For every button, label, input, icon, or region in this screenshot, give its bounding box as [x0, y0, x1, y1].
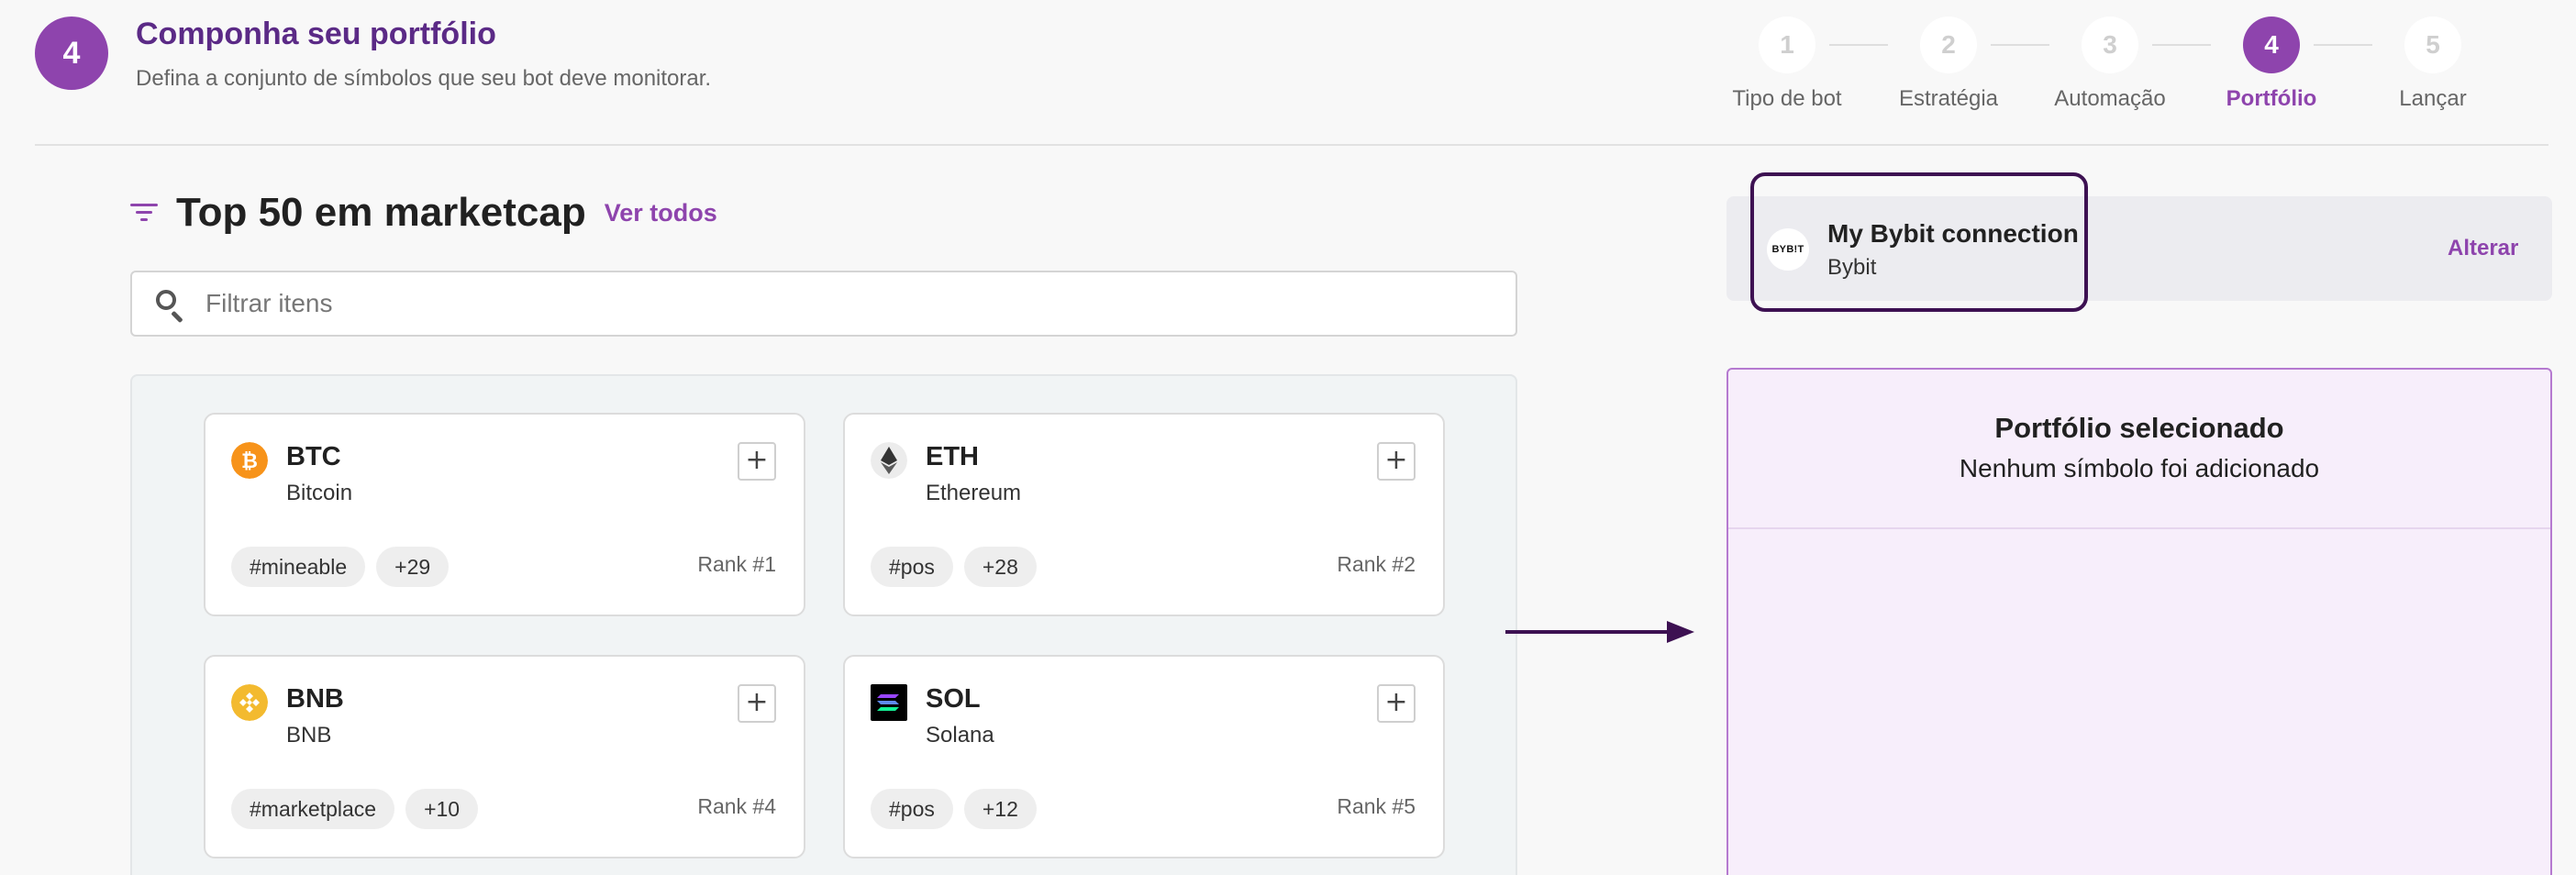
add-coin-button[interactable]: + [1377, 684, 1416, 723]
coin-card-bnb[interactable]: BNB BNB + #marketplace +10 Rank #4 [204, 655, 805, 858]
coin-tag[interactable]: #pos [871, 789, 953, 829]
add-coin-button[interactable]: + [738, 684, 776, 723]
step-tipo-de-bot[interactable]: 1 Tipo de bot [1723, 17, 1851, 112]
step-circle: 4 [2243, 17, 2300, 73]
search-input[interactable] [205, 289, 1490, 318]
step-label: Estratégia [1898, 86, 1999, 111]
coin-card-eth[interactable]: ETH Ethereum + #pos +28 Rank #2 [843, 413, 1445, 616]
step-circle: 5 [2404, 17, 2461, 73]
svg-text:₿: ₿ [241, 450, 258, 473]
connection-name: My Bybit connection [1827, 219, 2079, 248]
portfolio-empty-message: Nenhum símbolo foi adicionado [1959, 454, 2320, 482]
coin-symbol: ETH [926, 442, 979, 471]
coin-tags: #mineable +29 [231, 547, 450, 587]
see-all-link[interactable]: Ver todos [605, 199, 717, 227]
step-circle: 3 [2082, 17, 2138, 73]
bitcoin-logo-icon: ₿ [231, 442, 268, 479]
step-portfolio[interactable]: 4 Portfólio [2207, 17, 2336, 112]
coin-tag[interactable]: #marketplace [231, 789, 395, 829]
coin-tags: #pos +28 [871, 547, 1037, 587]
step-connector [1829, 44, 1888, 46]
header-divider [35, 144, 2548, 146]
coin-tags: #marketplace +10 [231, 789, 479, 829]
step-automacao[interactable]: 3 Automação [2046, 17, 2174, 112]
step-connector [2152, 44, 2211, 46]
step-label: Lançar [2399, 86, 2467, 111]
coin-tag[interactable]: #mineable [231, 547, 366, 587]
current-step-badge: 4 [35, 17, 108, 90]
step-connector [2314, 44, 2372, 46]
coin-symbol: SOL [926, 684, 981, 714]
step-label: Tipo de bot [1732, 86, 1842, 111]
list-title: Top 50 em marketcap [176, 190, 586, 235]
solana-logo-icon [871, 684, 907, 721]
coin-symbol: BTC [286, 442, 341, 471]
step-estrategia[interactable]: 2 Estratégia [1884, 17, 2013, 112]
selected-portfolio-panel: Portfólio selecionado Nenhum símbolo foi… [1727, 368, 2552, 875]
step-label: Portfólio [2226, 86, 2317, 111]
coin-tag-more[interactable]: +28 [963, 547, 1037, 587]
step-connector [1991, 44, 2049, 46]
coin-card-btc[interactable]: ₿ BTC Bitcoin + #mineable +29 Rank #1 [204, 413, 805, 616]
coin-tag-more[interactable]: +29 [376, 547, 450, 587]
coin-tag[interactable]: #pos [871, 547, 953, 587]
filter-icon[interactable] [130, 202, 158, 224]
coin-name: BNB [286, 723, 332, 748]
portfolio-divider [1728, 527, 2550, 529]
change-connection-link[interactable]: Alterar [2448, 236, 2518, 261]
coin-name: Bitcoin [286, 481, 353, 505]
coin-name: Ethereum [926, 481, 1022, 505]
arrow-right-icon [1505, 621, 1694, 643]
add-coin-button[interactable]: + [738, 442, 776, 481]
coin-rank: Rank #2 [1337, 552, 1416, 576]
coin-tag-more[interactable]: +12 [963, 789, 1037, 829]
wizard-stepper: 1 Tipo de bot 2 Estratégia 3 Automação 4… [1723, 17, 2548, 117]
coin-rank: Rank #4 [697, 794, 776, 818]
portfolio-title: Portfólio selecionado [1994, 412, 2284, 444]
list-title-row: Top 50 em marketcap Ver todos [130, 187, 717, 238]
coin-grid: ₿ BTC Bitcoin + #mineable +29 Rank #1 ET… [130, 374, 1517, 875]
coin-tags: #pos +12 [871, 789, 1037, 829]
coin-symbol: BNB [286, 684, 344, 714]
wizard-header: 4 Componha seu portfólio Defina a conjun… [35, 17, 2548, 145]
coin-rank: Rank #5 [1337, 794, 1416, 818]
coin-card-sol[interactable]: SOL Solana + #pos +12 Rank #5 [843, 655, 1445, 858]
coin-rank: Rank #1 [697, 552, 776, 576]
step-circle: 2 [1920, 17, 1977, 73]
page: 4 Componha seu portfólio Defina a conjun… [0, 0, 2576, 875]
step-circle: 1 [1759, 17, 1815, 73]
coin-name: Solana [926, 723, 994, 748]
step-lancar[interactable]: 5 Lançar [2369, 17, 2497, 112]
page-subtitle: Defina a conjunto de símbolos que seu bo… [136, 66, 712, 91]
bybit-logo-icon: BYB!T [1767, 228, 1809, 271]
search-icon [154, 288, 185, 324]
bnb-logo-icon [231, 684, 268, 721]
ethereum-logo-icon [871, 442, 907, 479]
coin-tag-more[interactable]: +10 [405, 789, 479, 829]
step-label: Automação [2054, 86, 2166, 111]
search-box [130, 271, 1517, 337]
page-title: Componha seu portfólio [136, 17, 496, 51]
add-coin-button[interactable]: + [1377, 442, 1416, 481]
connection-exchange: Bybit [1827, 255, 1877, 280]
